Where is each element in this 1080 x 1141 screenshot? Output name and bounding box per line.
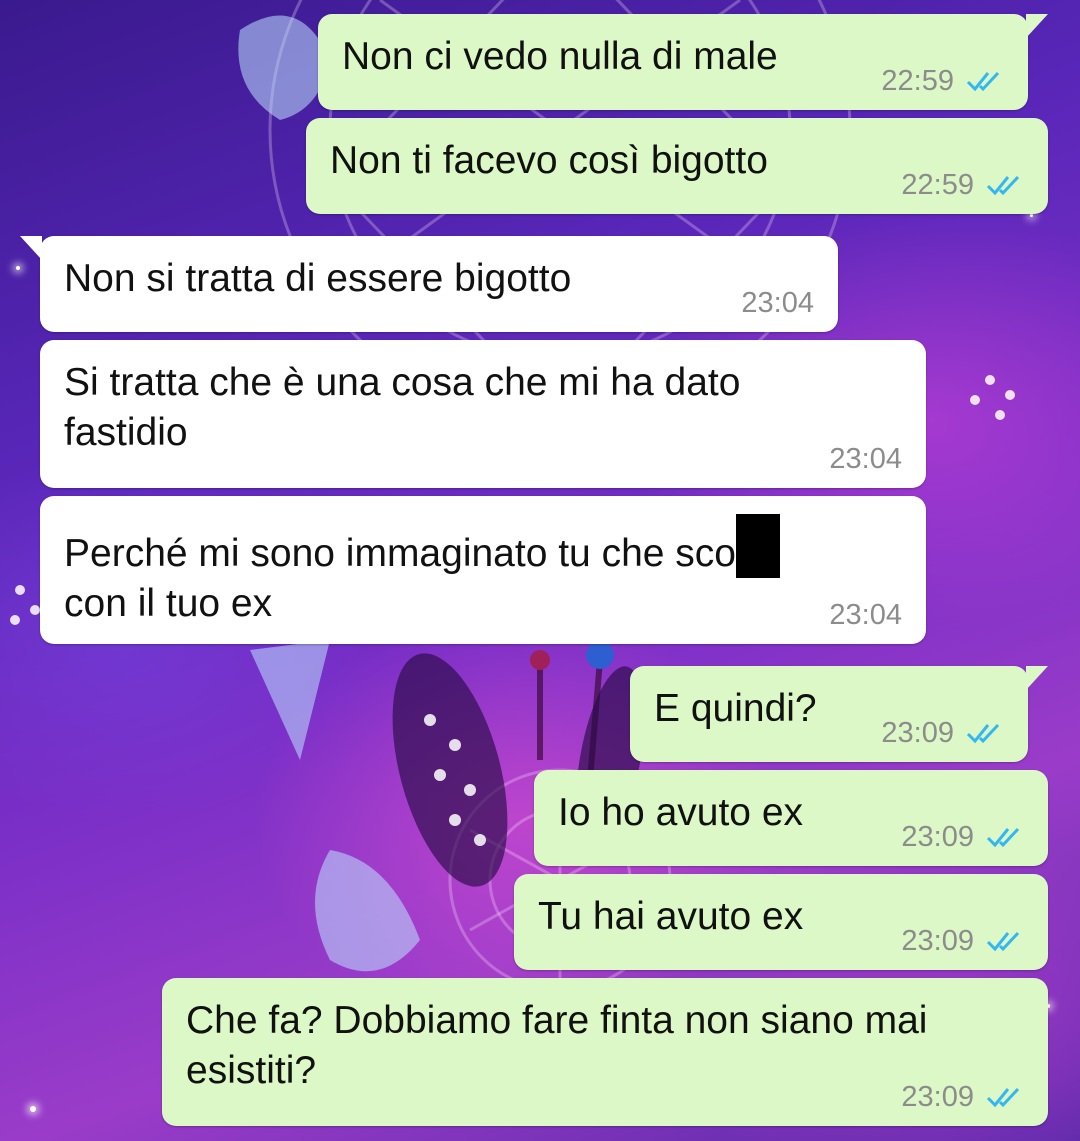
- message-meta: 23:09: [901, 822, 1022, 852]
- message-time: 22:59: [881, 65, 954, 97]
- message-text-after-redaction: con il tuo ex: [64, 582, 273, 625]
- star-decoration: [1030, 214, 1033, 217]
- message-time: 23:09: [901, 821, 974, 853]
- double-check-read-icon: [986, 1087, 1020, 1108]
- double-check-read-icon: [986, 827, 1020, 848]
- incoming-message[interactable]: Non si tratta di essere bigotto 23:04: [20, 236, 838, 332]
- message-time: 23:04: [829, 443, 902, 475]
- message-time: 23:09: [901, 1081, 974, 1113]
- outgoing-message[interactable]: Che fa? Dobbiamo fare finta non siano ma…: [162, 978, 1048, 1126]
- message-meta: 22:59: [881, 66, 1002, 96]
- star-decoration: [16, 266, 20, 270]
- message-time: 22:59: [901, 169, 974, 201]
- message-text: Non si tratta di essere bigotto: [64, 257, 572, 300]
- message-time: 23:09: [881, 717, 954, 749]
- message-meta: 22:59: [901, 170, 1022, 200]
- double-check-read-icon: [986, 931, 1020, 952]
- message-time: 23:09: [901, 925, 974, 957]
- double-check-read-icon: [986, 175, 1020, 196]
- bubble-tail: [1026, 14, 1048, 38]
- message-time: 23:04: [741, 287, 814, 319]
- outgoing-message[interactable]: Io ho avuto ex 23:09: [534, 770, 1048, 866]
- message-meta: 23:04: [829, 600, 902, 630]
- double-check-read-icon: [966, 71, 1000, 92]
- incoming-message[interactable]: Si tratta che è una cosa che mi ha dato …: [40, 340, 926, 488]
- message-meta: 23:04: [741, 288, 814, 318]
- message-text: Che fa? Dobbiamo fare finta non siano ma…: [186, 999, 928, 1092]
- message-text: Perché mi sono immaginato tu che sco con…: [64, 514, 904, 629]
- double-check-read-icon: [966, 723, 1000, 744]
- outgoing-message[interactable]: Non ci vedo nulla di male 22:59: [318, 14, 1048, 110]
- bubble-tail: [20, 236, 42, 260]
- incoming-message[interactable]: Perché mi sono immaginato tu che sco con…: [40, 496, 926, 644]
- message-meta: 23:09: [881, 718, 1002, 748]
- redaction-block: [736, 514, 780, 578]
- message-text: Si tratta che è una cosa che mi ha dato …: [64, 361, 741, 454]
- outgoing-message[interactable]: E quindi? 23:09: [630, 666, 1048, 762]
- message-meta: 23:09: [901, 926, 1022, 956]
- message-meta: 23:09: [901, 1082, 1022, 1112]
- message-meta: 23:04: [829, 444, 902, 474]
- message-text-before-redaction: Perché mi sono immaginato tu che sco: [64, 532, 736, 575]
- outgoing-message[interactable]: Tu hai avuto ex 23:09: [514, 874, 1048, 970]
- message-time: 23:04: [829, 599, 902, 631]
- outgoing-message[interactable]: Non ti facevo così bigotto 22:59: [306, 118, 1048, 214]
- bubble-tail: [1026, 666, 1048, 690]
- star-decoration: [30, 1106, 36, 1112]
